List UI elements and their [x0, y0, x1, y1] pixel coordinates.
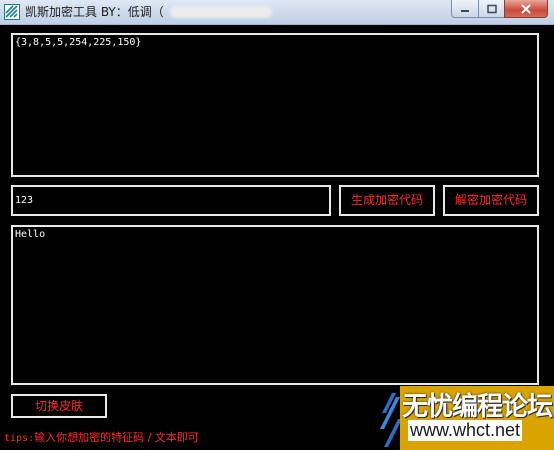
redacted-area [170, 6, 272, 18]
key-input-field[interactable]: 123 [11, 185, 331, 216]
minimize-button[interactable] [451, 0, 479, 18]
title-bar[interactable]: 凯斯加密工具 BY：低调（ [0, 0, 554, 25]
watermark-title: 无忧编程论坛 [402, 392, 553, 422]
decrypt-code-button[interactable]: 解密加密代码 [443, 185, 539, 216]
maximize-icon [486, 4, 497, 13]
plaintext-input-area[interactable]: Hello [11, 225, 539, 385]
window-title: 凯斯加密工具 BY：低调（ [25, 5, 164, 19]
close-button[interactable] [504, 0, 548, 18]
key-input-value: 123 [15, 195, 34, 206]
tips-text: tips:输入你想加密的特征码 / 文本即可 [4, 429, 199, 445]
minimize-icon [461, 9, 469, 12]
tips-prefix: tips: [4, 433, 35, 444]
close-icon [521, 3, 531, 14]
watermark: 无忧编程论坛 www.whct.net [378, 383, 554, 450]
switch-skin-button[interactable]: 切换皮肤 [11, 394, 107, 418]
encrypted-output-text: {3,8,5,5,254,225,150} [15, 37, 142, 48]
generate-code-button[interactable]: 生成加密代码 [339, 185, 435, 216]
plaintext-value: Hello [15, 229, 46, 240]
maximize-button[interactable] [478, 0, 505, 18]
watermark-url: www.whct.net [408, 420, 523, 441]
watermark-logo-icon [380, 393, 402, 447]
tips-body: 输入你想加密的特征码 / 文本即可 [34, 431, 199, 444]
encrypted-output-area[interactable]: {3,8,5,5,254,225,150} [11, 33, 539, 177]
client-area: {3,8,5,5,254,225,150} 123 生成加密代码 解密加密代码 … [0, 25, 554, 450]
app-icon [4, 4, 20, 20]
